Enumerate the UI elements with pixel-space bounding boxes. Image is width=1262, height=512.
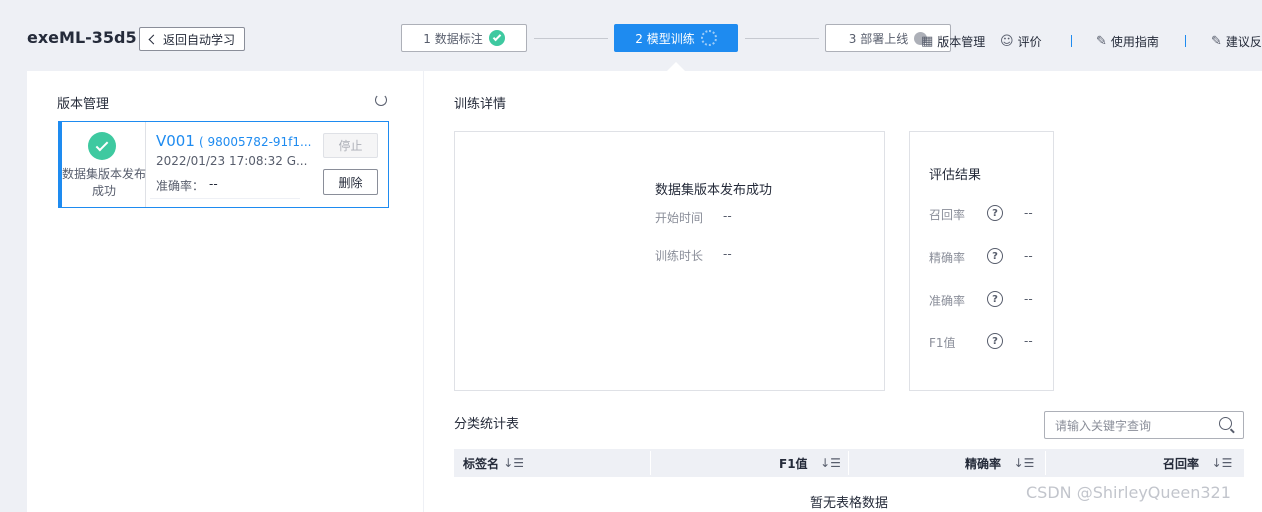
refresh-icon[interactable]	[375, 94, 387, 106]
duration-label: 训练时长	[655, 249, 704, 263]
column-header-label-name[interactable]: 标签名 ↓☰	[463, 449, 524, 477]
recall-label: 召回率	[929, 208, 966, 222]
evaluation-title: 评估结果	[929, 168, 982, 183]
search-icon[interactable]	[1219, 417, 1232, 430]
step-model-training[interactable]: 2 模型训练	[614, 24, 738, 52]
step-data-labeling[interactable]: 1 数据标注	[401, 24, 527, 52]
step-label: 2 模型训练	[635, 31, 695, 46]
step-label: 3 部署上线	[848, 31, 909, 46]
sort-icon[interactable]: ↓☰	[1014, 456, 1035, 470]
stop-button[interactable]: 停止	[323, 133, 378, 158]
feedback-link[interactable]: ✎ 建议反	[1211, 33, 1262, 50]
app-title: exeML-35d5	[27, 28, 137, 47]
class-stats-title: 分类统计表	[454, 417, 520, 432]
sort-icon[interactable]: ↓☰	[503, 456, 524, 470]
loading-spinner-icon	[700, 30, 717, 46]
accuracy-value: --	[209, 177, 218, 191]
link-separator	[1071, 35, 1072, 47]
version-id: ( 98005782-91f1...	[199, 135, 312, 149]
search-input[interactable]: 请输入关键字查询	[1044, 411, 1244, 439]
back-to-automl-button[interactable]: 返回自动学习	[139, 27, 245, 51]
precision-label: 精确率	[929, 251, 966, 265]
guide-label: 使用指南	[1110, 35, 1159, 49]
sort-icon[interactable]: ↓☰	[820, 456, 841, 470]
column-separator	[650, 451, 651, 475]
start-time-label: 开始时间	[655, 211, 704, 225]
help-icon[interactable]: ?	[987, 248, 1003, 264]
step-connector	[745, 38, 819, 39]
help-icon[interactable]: ?	[987, 333, 1003, 349]
success-check-icon	[88, 132, 116, 160]
watermark: CSDN @ShirleyQueen321	[1026, 483, 1231, 502]
help-icon[interactable]: ?	[987, 205, 1003, 221]
column-separator	[848, 451, 849, 475]
accuracy-eval-value: --	[1024, 292, 1033, 306]
divider	[150, 198, 300, 199]
training-status: 数据集版本发布成功	[655, 183, 773, 198]
rate-link[interactable]: ☺ 评价	[1000, 33, 1042, 50]
check-icon	[488, 30, 505, 46]
start-time-value: --	[723, 209, 732, 223]
table-header	[454, 449, 1244, 477]
accuracy-eval-label: 准确率	[929, 294, 966, 308]
chevron-left-icon	[148, 34, 159, 44]
step-connector	[534, 38, 608, 39]
feedback-label: 建议反	[1225, 35, 1262, 49]
step-label: 1 数据标注	[423, 31, 483, 46]
sort-icon[interactable]: ↓☰	[1212, 456, 1233, 470]
back-button-label: 返回自动学习	[163, 32, 236, 47]
column-header-f1[interactable]: F1值 ↓☰	[779, 449, 841, 477]
active-step-pointer	[667, 62, 685, 71]
column-separator	[1045, 451, 1046, 475]
version-management-link[interactable]: ▦ 版本管理	[921, 33, 985, 50]
duration-value: --	[723, 247, 732, 261]
column-header-recall[interactable]: 召回率 ↓☰	[1163, 449, 1232, 477]
recall-value: --	[1024, 206, 1033, 220]
column-header-precision[interactable]: 精确率 ↓☰	[965, 449, 1034, 477]
smiley-icon: ☺	[1000, 34, 1014, 49]
rate-label: 评价	[1017, 35, 1042, 49]
version-date: 2022/01/23 17:08:32 G...	[156, 154, 308, 168]
accuracy-label: 准确率：	[156, 179, 205, 193]
guide-link[interactable]: ✎ 使用指南	[1096, 33, 1159, 50]
precision-value: --	[1024, 249, 1033, 263]
help-icon[interactable]: ?	[987, 291, 1003, 307]
version-management-label: 版本管理	[937, 35, 986, 49]
edit-icon: ✎	[1096, 34, 1107, 49]
link-separator	[1185, 35, 1186, 47]
external-edit-icon: ✎	[1211, 34, 1222, 49]
version-panel-title: 版本管理	[57, 97, 110, 112]
training-details-title: 训练详情	[454, 97, 507, 112]
delete-button[interactable]: 删除	[323, 169, 378, 195]
grid-icon: ▦	[921, 34, 934, 49]
version-name[interactable]: V001	[156, 132, 195, 150]
f1-value: --	[1024, 334, 1033, 348]
f1-label: F1值	[929, 336, 956, 350]
version-status-text: 数据集版本发布成功	[62, 167, 147, 198]
